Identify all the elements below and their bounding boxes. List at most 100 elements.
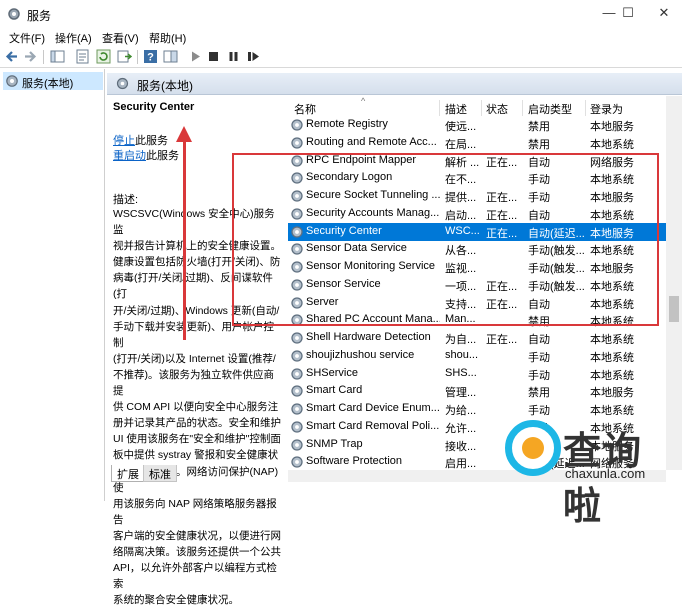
restart-service-action: 重启动此服务: [113, 147, 179, 163]
properties-icon[interactable]: [75, 49, 90, 64]
column-divider: [439, 100, 440, 116]
tab-extended[interactable]: 扩展: [111, 465, 145, 482]
description-label: 描述:: [113, 194, 139, 206]
toolbar: ?: [0, 46, 682, 68]
view-tabs: 扩展 标准: [107, 462, 287, 482]
stop-service-action: 停止此服务: [113, 132, 168, 148]
window-title: 服务: [27, 9, 52, 23]
services-app-icon: [8, 8, 20, 20]
service-description: 为自...: [445, 334, 477, 346]
service-gear-icon: [291, 438, 303, 451]
service-gear-icon: [291, 403, 303, 415]
maximize-button[interactable]: ☐: [610, 0, 646, 28]
column-divider: [481, 100, 482, 116]
restart-service-suffix: 此服务: [146, 150, 179, 162]
service-description: shou...: [445, 348, 479, 361]
menu-bar: 文件(F) 操作(A) 查看(V) 帮助(H): [0, 28, 682, 46]
service-log-on-as: 本地服务: [590, 387, 634, 400]
pane-header-title: 服务(本地): [137, 79, 193, 93]
service-description: 接收...: [445, 440, 477, 453]
service-gear-icon: [291, 137, 303, 149]
help-icon[interactable]: ?: [143, 49, 158, 64]
service-row[interactable]: shoujizhushou service shou... 手动 本地系统: [288, 347, 666, 365]
restart-service-link[interactable]: 重启动: [113, 150, 146, 162]
menu-help[interactable]: 帮助(H): [149, 30, 186, 46]
watermark-magnifier-dot: [522, 437, 544, 459]
console-view-icon[interactable]: [163, 49, 178, 64]
service-name: SNMP Trap: [306, 437, 363, 450]
service-startup-type: 自动: [528, 334, 550, 346]
column-divider: [522, 100, 523, 116]
annotation-highlight-box: [232, 153, 659, 326]
service-name: Smart Card Device Enum...: [306, 402, 440, 414]
start-service-icon[interactable]: [188, 49, 203, 64]
service-log-on-as: 本地系统: [590, 138, 634, 151]
service-log-on-as: 本地服务: [590, 121, 634, 133]
pause-service-icon[interactable]: [226, 49, 241, 64]
service-row[interactable]: Smart Card 管理... 禁用 本地服务: [288, 382, 666, 400]
service-startup-type: 禁用: [528, 387, 550, 400]
toolbar-divider: [43, 50, 44, 64]
title-bar: 服务 — ☐ ✕: [0, 0, 682, 28]
service-description: 为给...: [445, 405, 477, 417]
service-description: SHS...: [445, 366, 477, 379]
service-gear-icon: [291, 385, 303, 397]
svg-text:?: ?: [147, 52, 154, 64]
back-icon[interactable]: [4, 49, 19, 64]
services-gear-icon: [6, 75, 18, 87]
service-description: 管理...: [445, 387, 477, 400]
service-log-on-as: 本地系统: [590, 351, 634, 364]
show-hide-tree-icon[interactable]: [50, 49, 65, 64]
close-button[interactable]: ✕: [646, 0, 682, 28]
export-list-icon[interactable]: [117, 49, 132, 64]
pane-header: 服务(本地): [107, 73, 682, 95]
column-header-name[interactable]: 名称: [294, 98, 316, 117]
service-gear-icon: [291, 332, 303, 344]
watermark-url: chaxunla.com: [565, 466, 646, 481]
service-name: Shell Hardware Detection: [306, 331, 431, 343]
tab-standard[interactable]: 标准: [143, 465, 177, 482]
menu-file[interactable]: 文件(F): [9, 30, 45, 46]
annotation-arrow-shaft: [183, 140, 186, 340]
service-gear-icon: [291, 367, 303, 380]
service-gear-icon: [291, 421, 303, 433]
service-name: Remote Registry: [306, 118, 388, 130]
stop-service-icon[interactable]: [206, 49, 221, 64]
service-description: 启用...: [445, 458, 477, 470]
toolbar-divider: [137, 50, 138, 64]
tree-item-services-local[interactable]: 服务(本地): [3, 72, 103, 90]
service-startup-type: 手动: [528, 351, 550, 364]
menu-action[interactable]: 操作(A): [55, 30, 92, 46]
forward-icon[interactable]: [23, 49, 38, 64]
service-description: 使远...: [445, 121, 477, 133]
stop-service-link[interactable]: 停止: [113, 135, 135, 147]
service-startup-type: 禁用: [528, 138, 550, 151]
console-tree: 服务(本地): [0, 69, 105, 501]
service-row[interactable]: Routing and Remote Acc... 在局... 禁用 本地系统: [288, 134, 666, 152]
column-header-description[interactable]: 描述: [445, 98, 467, 117]
service-startup-type: 禁用: [528, 121, 550, 133]
column-header-startup-type[interactable]: 启动类型: [528, 98, 572, 117]
service-row[interactable]: Shell Hardware Detection 为自... 正在... 自动 本地系统: [288, 329, 666, 347]
service-startup-type: 手动: [528, 369, 550, 382]
service-gear-icon: [291, 119, 303, 131]
column-header-log-on-as[interactable]: 登录为: [590, 98, 623, 117]
refresh-icon[interactable]: [96, 49, 111, 64]
vertical-scrollbar[interactable]: [666, 96, 682, 470]
selected-service-name: Security Center: [113, 101, 195, 113]
service-name: shoujizhushou service: [306, 348, 415, 361]
service-row[interactable]: Remote Registry 使远... 禁用 本地服务: [288, 116, 666, 134]
menu-view[interactable]: 查看(V): [102, 30, 139, 46]
watermark-logo: 查询啦 chaxunla.com: [499, 416, 682, 528]
services-gear-icon: [116, 77, 129, 90]
restart-service-icon[interactable]: [246, 49, 261, 64]
service-name: Smart Card: [306, 384, 363, 397]
service-log-on-as: 本地系统: [590, 369, 634, 382]
column-divider: [585, 100, 586, 116]
service-row[interactable]: SHService SHS... 手动 本地系统: [288, 365, 666, 383]
scrollbar-thumb[interactable]: [669, 296, 679, 322]
sort-ascending-icon: ^: [361, 96, 366, 106]
service-gear-icon: [291, 456, 303, 468]
service-log-on-as: 本地系统: [590, 334, 634, 346]
column-header-status[interactable]: 状态: [486, 98, 508, 117]
